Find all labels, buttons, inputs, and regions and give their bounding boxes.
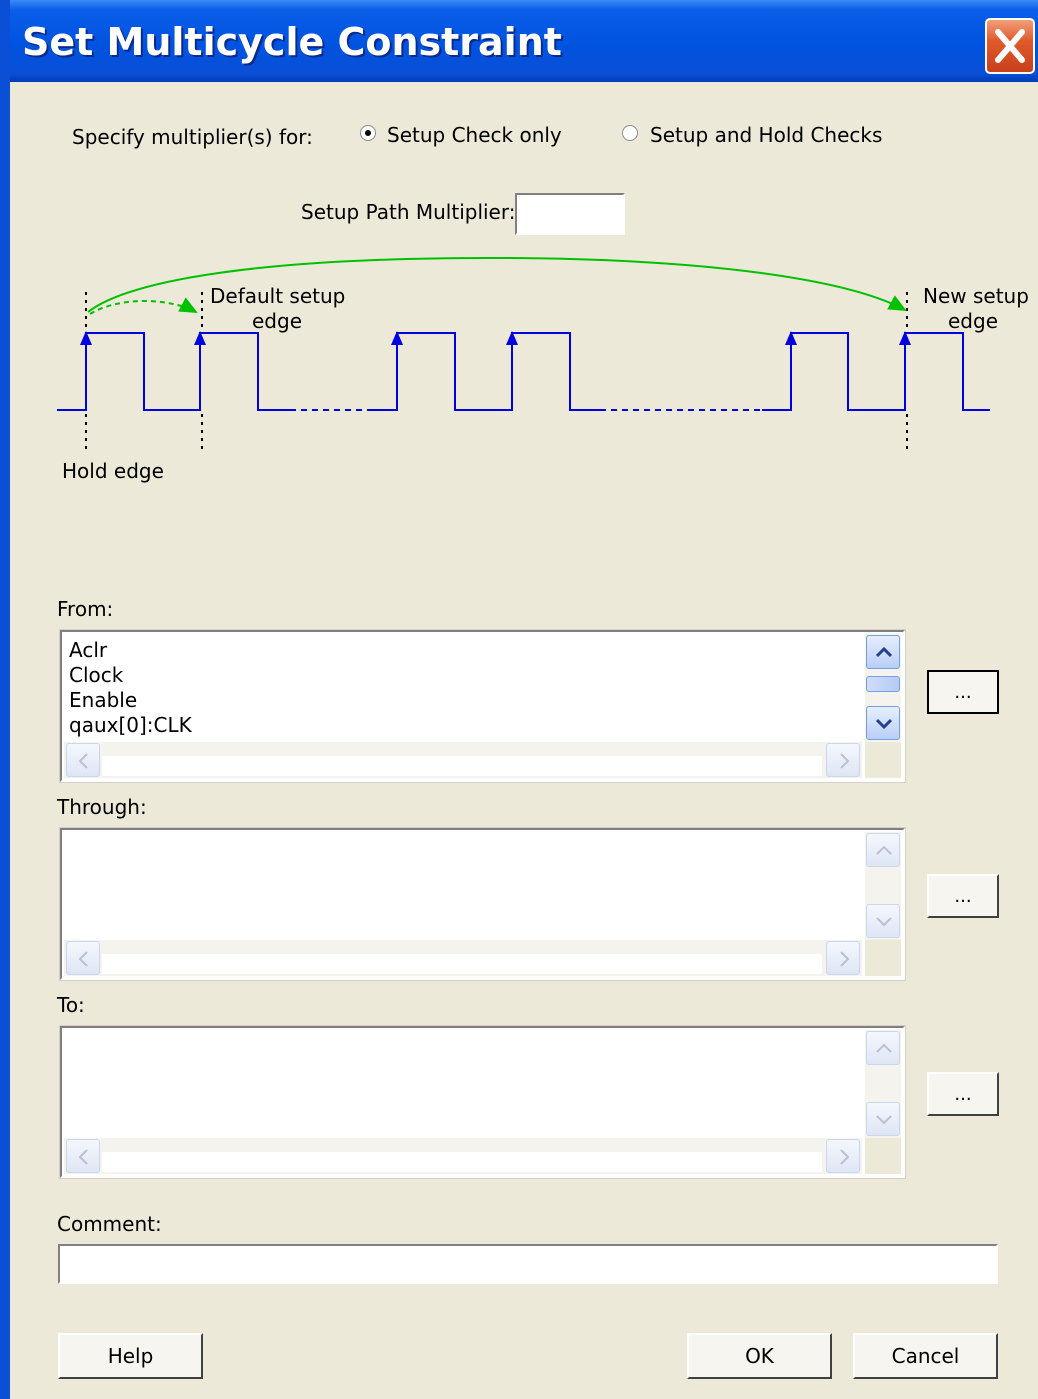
scroll-track <box>102 954 822 974</box>
through-label: Through: <box>57 795 147 819</box>
chevron-up-icon <box>876 1043 892 1053</box>
scroll-track <box>102 1152 822 1172</box>
through-vertical-scrollbar[interactable] <box>865 832 901 940</box>
chevron-up-icon <box>876 845 892 855</box>
scroll-down-button[interactable] <box>866 904 900 938</box>
cancel-button[interactable]: Cancel <box>853 1333 998 1379</box>
to-browse-button[interactable]: ... <box>927 1072 999 1116</box>
scroll-corner <box>865 1138 901 1174</box>
list-item[interactable]: Aclr <box>69 638 107 662</box>
to-vertical-scrollbar[interactable] <box>865 1030 901 1138</box>
default-setup-arrow <box>89 297 198 315</box>
through-browse-button[interactable]: ... <box>927 874 999 918</box>
list-item[interactable]: qaux[0]:CLK <box>69 713 192 737</box>
chevron-left-icon <box>78 1149 88 1165</box>
to-listbox[interactable] <box>59 1025 906 1179</box>
scroll-left-button[interactable] <box>66 743 100 777</box>
to-label: To: <box>57 993 85 1017</box>
from-listbox[interactable]: Aclr Clock Enable qaux[0]:CLK <box>59 629 906 783</box>
from-vertical-scrollbar[interactable] <box>865 634 901 742</box>
timing-diagram <box>57 256 990 450</box>
scroll-right-button[interactable] <box>826 1139 860 1173</box>
scroll-down-button[interactable] <box>866 706 900 740</box>
to-horizontal-scrollbar[interactable] <box>64 1138 862 1174</box>
chevron-right-icon <box>840 753 850 769</box>
scroll-left-button[interactable] <box>66 1139 100 1173</box>
dialog-window: Set Multicycle Constraint Specify multip… <box>0 0 1038 1399</box>
scroll-left-button[interactable] <box>66 941 100 975</box>
scroll-corner <box>865 940 901 976</box>
chevron-right-icon <box>840 951 850 967</box>
chevron-down-icon <box>876 1115 892 1125</box>
from-browse-button[interactable]: ... <box>927 670 999 714</box>
from-horizontal-scrollbar[interactable] <box>64 742 862 778</box>
from-label: From: <box>57 597 114 621</box>
comment-label: Comment: <box>57 1212 162 1236</box>
scroll-track <box>102 756 822 776</box>
new-setup-label-2: edge <box>948 309 998 333</box>
scroll-right-button[interactable] <box>826 941 860 975</box>
scroll-corner <box>865 742 901 778</box>
list-item[interactable]: Enable <box>69 688 137 712</box>
edge-markers <box>85 292 908 450</box>
chevron-down-icon <box>875 718 893 730</box>
chevron-left-icon <box>78 951 88 967</box>
scroll-right-button[interactable] <box>826 743 860 777</box>
ok-button[interactable]: OK <box>687 1333 832 1379</box>
chevron-right-icon <box>840 1149 850 1165</box>
through-horizontal-scrollbar[interactable] <box>64 940 862 976</box>
comment-input[interactable] <box>58 1244 998 1284</box>
default-setup-label-2: edge <box>252 309 302 333</box>
list-item[interactable]: Clock <box>69 663 123 687</box>
scroll-up-button[interactable] <box>866 635 900 669</box>
chevron-up-icon <box>875 646 893 658</box>
hold-edge-label: Hold edge <box>62 459 164 483</box>
chevron-down-icon <box>876 917 892 927</box>
help-button[interactable]: Help <box>58 1333 203 1379</box>
new-setup-label-1: New setup <box>923 284 1029 308</box>
chevron-left-icon <box>78 753 88 769</box>
through-listbox[interactable] <box>59 827 906 981</box>
scroll-thumb[interactable] <box>866 676 900 692</box>
default-setup-label-1: Default setup <box>210 284 346 308</box>
scroll-up-button[interactable] <box>866 833 900 867</box>
scroll-up-button[interactable] <box>866 1031 900 1065</box>
scroll-down-button[interactable] <box>866 1102 900 1136</box>
